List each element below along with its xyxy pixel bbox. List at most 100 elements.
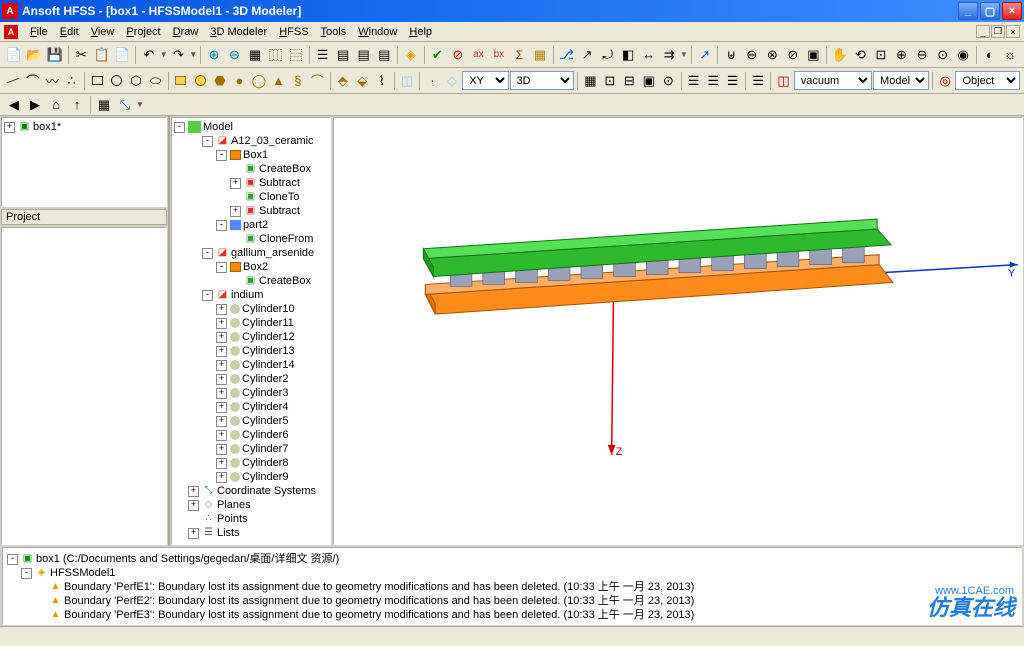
visibility-button[interactable]: ☰: [684, 71, 702, 91]
properties-pane[interactable]: [1, 227, 167, 545]
drawing-plane-select[interactable]: XY: [462, 71, 508, 90]
draw-spline-button[interactable]: 〰: [43, 71, 61, 91]
sweep-a-button[interactable]: ax: [469, 45, 489, 65]
collapse-toggle[interactable]: -: [216, 150, 227, 161]
tree-item[interactable]: ▣CloneFrom: [174, 232, 328, 246]
tree-item[interactable]: +Cylinder4: [174, 400, 328, 414]
draw-arc-button[interactable]: ⌒: [23, 71, 41, 91]
draw-polygon-button[interactable]: ⬡: [127, 71, 145, 91]
visibility4-button[interactable]: ☰: [749, 71, 767, 91]
tree-item[interactable]: +Cylinder9: [174, 470, 328, 484]
expand-toggle[interactable]: +: [216, 444, 227, 455]
region-button[interactable]: ◫: [398, 71, 416, 91]
tree-item[interactable]: ∴Points: [174, 512, 328, 526]
visibility3-button[interactable]: ☰: [723, 71, 741, 91]
warning-row[interactable]: ▲Boundary 'PerfE2': Boundary lost its as…: [7, 594, 1017, 608]
collapse-toggle[interactable]: -: [174, 122, 185, 133]
hist-home-button[interactable]: ⌂: [46, 95, 66, 115]
tree-item[interactable]: +Cylinder3: [174, 386, 328, 400]
axes-button[interactable]: ⤡: [115, 95, 135, 115]
tree-item[interactable]: +Cylinder5: [174, 414, 328, 428]
collapse-toggle[interactable]: -: [21, 568, 32, 579]
validate-button[interactable]: ✔: [428, 45, 448, 65]
collapse-toggle[interactable]: -: [216, 262, 227, 273]
snap-grid-button[interactable]: ▦: [581, 71, 599, 91]
tree-item[interactable]: +▣Subtract: [174, 204, 328, 218]
tree-item[interactable]: ▣CloneTo: [174, 190, 328, 204]
material-select[interactable]: vacuum: [794, 71, 872, 90]
new-button[interactable]: 📄: [4, 45, 24, 65]
tile-v-button[interactable]: ⿳: [286, 45, 306, 65]
expand-toggle[interactable]: +: [188, 500, 199, 511]
expand-toggle[interactable]: +: [216, 318, 227, 329]
expand-toggle[interactable]: +: [216, 388, 227, 399]
tree-item[interactable]: -◪A12_03_ceramic: [174, 134, 328, 148]
menu-tools[interactable]: Tools: [315, 24, 353, 40]
light-button[interactable]: ☼: [1000, 45, 1020, 65]
mirror-button[interactable]: ◧: [618, 45, 638, 65]
draw-torus-button[interactable]: ◯: [250, 71, 268, 91]
zoom-area-button[interactable]: ⊡: [871, 45, 891, 65]
duplicate-line-button[interactable]: ⇉: [659, 45, 679, 65]
tree-item[interactable]: +Cylinder6: [174, 428, 328, 442]
tree-item[interactable]: +Cylinder12: [174, 330, 328, 344]
results-button[interactable]: ▦: [530, 45, 550, 65]
redo-button[interactable]: ↷: [169, 45, 189, 65]
unite-button[interactable]: ⊎: [721, 45, 741, 65]
tree-item[interactable]: +Cylinder7: [174, 442, 328, 456]
properties-button[interactable]: ▤: [333, 45, 353, 65]
open-button[interactable]: 📂: [25, 45, 45, 65]
grid-button[interactable]: ▦: [94, 95, 114, 115]
zoom-out2-button[interactable]: ⊖: [912, 45, 932, 65]
tree-item[interactable]: +Cylinder14: [174, 358, 328, 372]
expand-toggle[interactable]: +: [216, 416, 227, 427]
tree-item[interactable]: +⤡Coordinate Systems: [174, 484, 328, 498]
model-tree-button[interactable]: ☰: [313, 45, 333, 65]
tree-item[interactable]: +☰Lists: [174, 526, 328, 540]
view-select[interactable]: 3D: [510, 71, 575, 90]
project-name[interactable]: box1*: [33, 120, 61, 134]
pan-button[interactable]: ✋: [830, 45, 850, 65]
expand-toggle[interactable]: +: [216, 304, 227, 315]
menu-edit[interactable]: Edit: [54, 24, 85, 40]
sweep-sum-button[interactable]: Σ: [510, 45, 530, 65]
subtract-button[interactable]: ⊖: [742, 45, 762, 65]
expand-toggle[interactable]: +: [216, 458, 227, 469]
mdi-close-button[interactable]: ×: [1006, 25, 1020, 38]
draw-bond-button[interactable]: ⌒: [308, 71, 326, 91]
fit-all-button[interactable]: ⊙: [933, 45, 953, 65]
close-button[interactable]: ×: [1002, 2, 1022, 20]
snap-edge-button[interactable]: ⊟: [620, 71, 638, 91]
menu-draw[interactable]: Draw: [167, 24, 205, 40]
draw-cylinder-button[interactable]: [191, 71, 209, 91]
expand-toggle[interactable]: +: [216, 360, 227, 371]
menu-3dmodeler[interactable]: 3D Modeler: [204, 24, 273, 40]
model-tree[interactable]: -Model-◪A12_03_ceramic-Box1▣CreateBox+▣S…: [171, 117, 331, 545]
tree-item[interactable]: +Cylinder2: [174, 372, 328, 386]
draw-circle-button[interactable]: [107, 71, 125, 91]
collapse-toggle[interactable]: -: [202, 136, 213, 147]
snap-point-button[interactable]: ·: [423, 71, 441, 91]
menu-window[interactable]: Window: [352, 24, 403, 40]
tree-item[interactable]: -Model: [174, 120, 328, 134]
draw-regpoly-button[interactable]: ⬣: [211, 71, 229, 91]
draw-ellipse-button[interactable]: ⬭: [146, 71, 164, 91]
split-button[interactable]: ⊘: [783, 45, 803, 65]
expand-toggle[interactable]: +: [230, 178, 241, 189]
cascade-button[interactable]: ▦: [245, 45, 265, 65]
redo-dropdown[interactable]: ▼: [189, 50, 197, 59]
tree-item[interactable]: +Cylinder10: [174, 302, 328, 316]
snap-center-button[interactable]: ⊙: [659, 71, 677, 91]
menu-project[interactable]: Project: [120, 24, 166, 40]
messages-button[interactable]: ▤: [374, 45, 394, 65]
draw-box-button[interactable]: [172, 71, 190, 91]
undo-dropdown[interactable]: ▼: [160, 50, 168, 59]
zoom-in2-button[interactable]: ⊕: [892, 45, 912, 65]
draw-helix-button[interactable]: §: [289, 71, 307, 91]
expand-toggle[interactable]: +: [230, 206, 241, 217]
save-button[interactable]: 💾: [45, 45, 65, 65]
maximize-button[interactable]: ▢: [980, 2, 1000, 20]
hist-back-button[interactable]: ◀: [4, 95, 24, 115]
expand-toggle[interactable]: +: [216, 332, 227, 343]
tree-item[interactable]: +Cylinder8: [174, 456, 328, 470]
